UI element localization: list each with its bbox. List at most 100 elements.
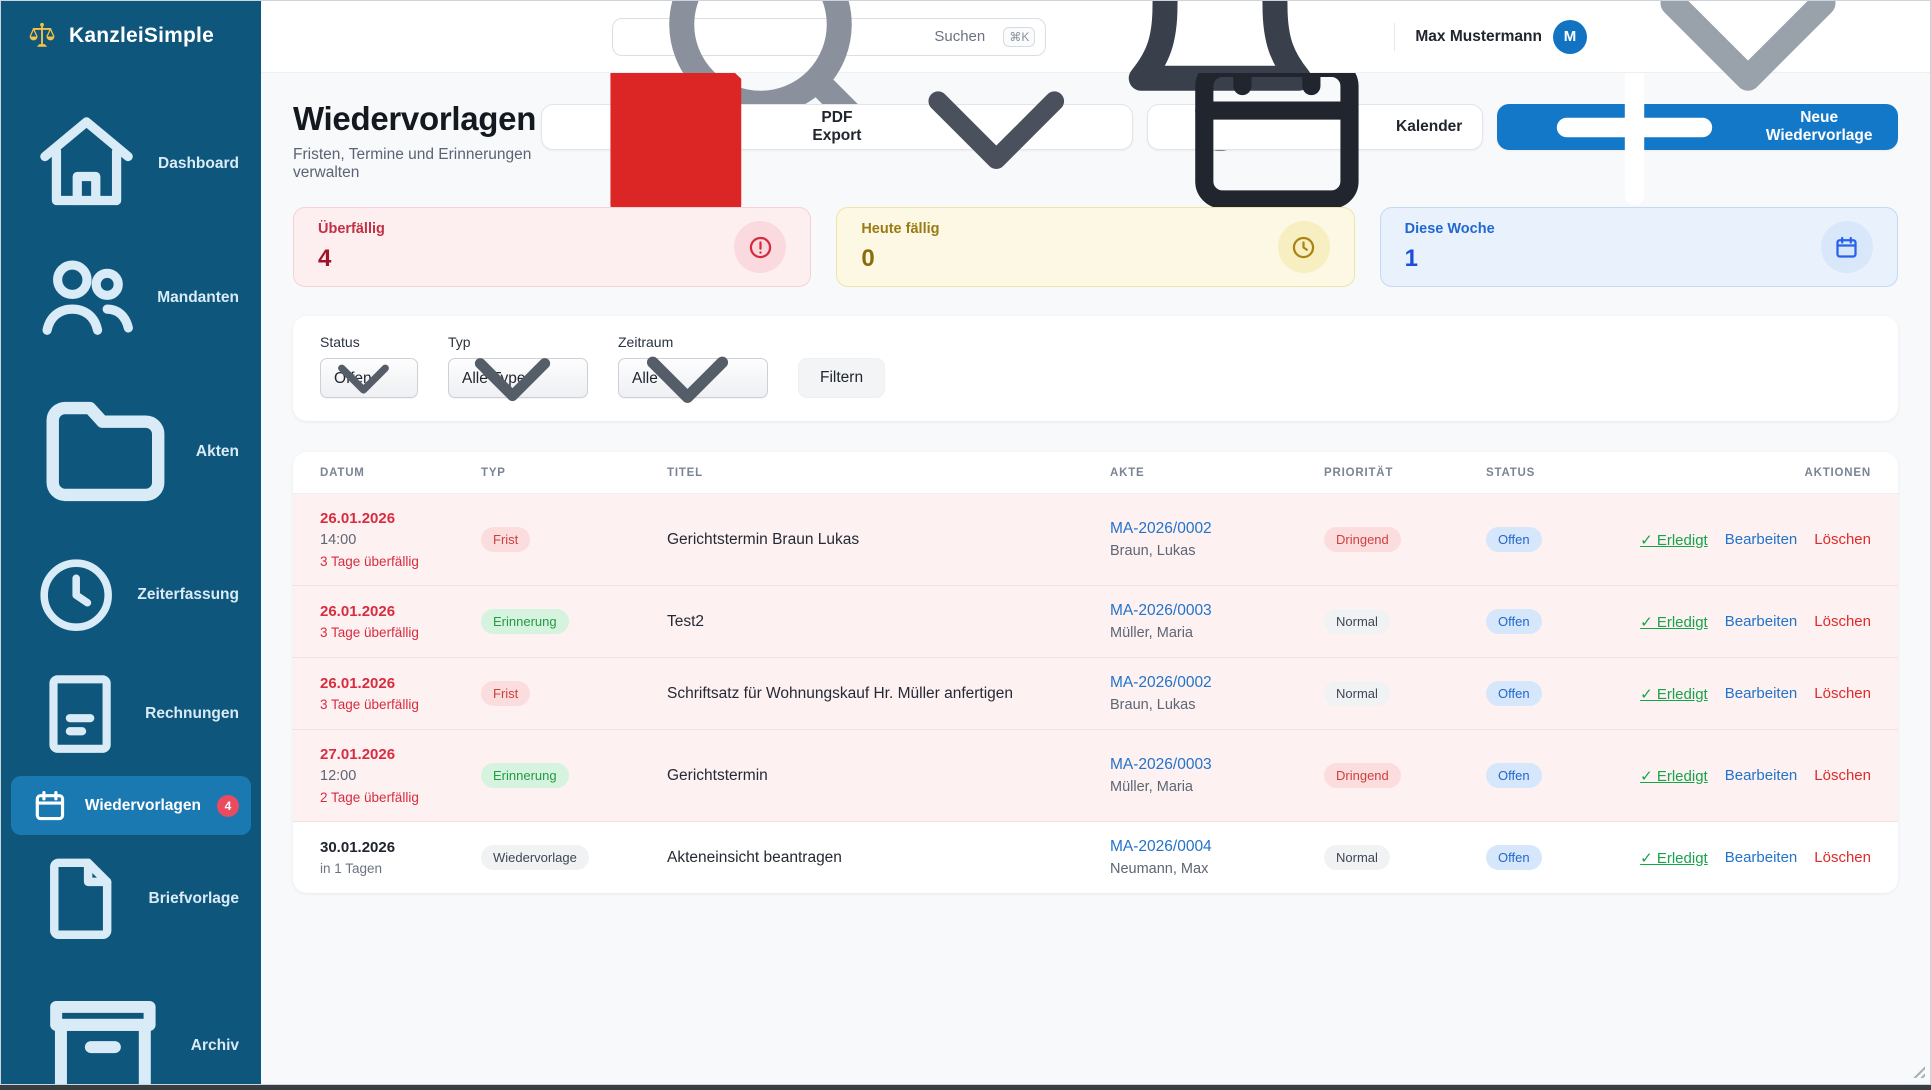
status-select[interactable]: Offen (320, 358, 418, 398)
cell-prioritaet: Normal (1314, 845, 1476, 870)
status-label: Status (320, 334, 418, 350)
cell-typ: Frist (471, 527, 657, 552)
row-title: Gerichtstermin (657, 767, 1100, 785)
cell-aktionen: ✓ Erledigt Bearbeiten Löschen (1644, 613, 1898, 631)
akte-link[interactable]: MA-2026/0004 (1110, 838, 1212, 856)
cell-datum: 26.01.2026 3 Tage überfällig (293, 675, 471, 712)
loeschen-link[interactable]: Löschen (1814, 767, 1871, 785)
akte-link[interactable]: MA-2026/0003 (1110, 756, 1212, 774)
sidebar-item-wiedervorlagen[interactable]: Wiedervorlagen 4 (11, 776, 251, 836)
sidebar-item-mandanten[interactable]: Mandanten (11, 232, 251, 364)
row-date: 26.01.2026 (320, 603, 461, 620)
page-subtitle: Fristen, Termine und Erinnerungen verwal… (293, 146, 541, 182)
sidebar-item-rechnungen[interactable]: Rechnungen (11, 654, 251, 774)
zeitraum-select[interactable]: Alle (618, 358, 768, 398)
akte-link[interactable]: MA-2026/0002 (1110, 674, 1212, 692)
app-name: KanzleiSimple (69, 24, 214, 48)
table-row: 27.01.2026 12:00 2 Tage überfällig Erinn… (293, 730, 1898, 822)
alert-circle-icon (734, 221, 786, 273)
cell-akte: MA-2026/0002 Braun, Lukas (1100, 674, 1314, 713)
pdf-export-label: PDF Export (804, 109, 869, 145)
cell-datum: 27.01.2026 12:00 2 Tage überfällig (293, 746, 471, 805)
column-header: TYP (471, 467, 657, 479)
cell-aktionen: ✓ Erledigt Bearbeiten Löschen (1644, 767, 1898, 785)
topbar-divider (1394, 23, 1395, 51)
cell-aktionen: ✓ Erledigt Bearbeiten Löschen (1644, 849, 1898, 867)
sidebar-item-zeiterfassung[interactable]: Zeiterfassung (11, 539, 251, 651)
table-header-row: DATUMTYPTITELAKTEPRIORITÄTSTATUSAKTIONEN (293, 452, 1898, 494)
erledigt-link[interactable]: ✓ Erledigt (1640, 613, 1708, 631)
loeschen-link[interactable]: Löschen (1814, 531, 1871, 549)
bearbeiten-link[interactable]: Bearbeiten (1725, 849, 1798, 867)
search-input[interactable] (932, 27, 994, 46)
cell-status: Offen (1476, 845, 1644, 870)
status-badge: Offen (1486, 609, 1542, 634)
akte-client: Neumann, Max (1110, 861, 1304, 877)
cell-prioritaet: Dringend (1314, 763, 1476, 788)
table-row: 26.01.2026 3 Tage überfällig Erinnerung … (293, 586, 1898, 658)
filter-bar: Status Offen Typ Alle Typen (293, 316, 1898, 421)
table-row: 30.01.2026 in 1 Tagen Wiedervorlage Akte… (293, 822, 1898, 893)
typ-select[interactable]: Alle Typen (448, 358, 588, 398)
kalender-button[interactable]: Kalender (1147, 104, 1483, 150)
table-row: 26.01.2026 3 Tage überfällig Frist Schri… (293, 658, 1898, 730)
cell-prioritaet: Normal (1314, 681, 1476, 706)
cell-akte: MA-2026/0003 Müller, Maria (1100, 602, 1314, 641)
cell-datum: 26.01.2026 14:00 3 Tage überfällig (293, 510, 471, 569)
status-badge: Offen (1486, 763, 1542, 788)
wiedervorlagen-table: DATUMTYPTITELAKTEPRIORITÄTSTATUSAKTIONEN… (293, 452, 1898, 893)
app-window: KanzleiSimple Dashboard Mandanten Akten … (0, 0, 1931, 1085)
row-date: 27.01.2026 (320, 746, 461, 763)
clock-icon (1278, 221, 1330, 273)
sidebar-nav-main: Dashboard Mandanten Akten Zeiterfassung … (1, 67, 261, 1084)
cell-datum: 26.01.2026 3 Tage überfällig (293, 603, 471, 640)
erledigt-link[interactable]: ✓ Erledigt (1640, 685, 1708, 703)
filter-zeitraum: Zeitraum Alle (618, 334, 768, 398)
column-header: DATUM (293, 467, 471, 479)
cell-akte: MA-2026/0004 Neumann, Max (1100, 838, 1314, 877)
stats-row: Überfällig 4 Heute fällig 0 Diese Woche … (293, 207, 1898, 287)
erledigt-link[interactable]: ✓ Erledigt (1640, 849, 1708, 867)
loeschen-link[interactable]: Löschen (1814, 613, 1871, 631)
row-title: Gerichtstermin Braun Lukas (657, 531, 1100, 549)
bearbeiten-link[interactable]: Bearbeiten (1725, 531, 1798, 549)
sidebar-item-akten[interactable]: Akten (11, 366, 251, 537)
cell-prioritaet: Normal (1314, 609, 1476, 634)
filter-typ: Typ Alle Typen (448, 334, 588, 398)
erledigt-link[interactable]: ✓ Erledigt (1640, 767, 1708, 785)
bearbeiten-link[interactable]: Bearbeiten (1725, 685, 1798, 703)
akte-link[interactable]: MA-2026/0003 (1110, 602, 1212, 620)
erledigt-link[interactable]: ✓ Erledigt (1640, 531, 1708, 549)
stat-card-blue: Diese Woche 1 (1380, 207, 1898, 287)
user-name: Max Mustermann (1415, 28, 1542, 46)
row-due-note: 3 Tage überfällig (320, 697, 461, 712)
type-badge: Frist (481, 527, 530, 552)
stat-label: Überfällig (318, 221, 385, 237)
stat-label: Diese Woche (1405, 221, 1495, 237)
priority-badge: Dringend (1324, 527, 1401, 552)
akte-link[interactable]: MA-2026/0002 (1110, 520, 1212, 538)
akte-client: Müller, Maria (1110, 625, 1304, 641)
stat-value: 4 (318, 245, 385, 273)
sidebar-item-dashboard[interactable]: Dashboard (11, 97, 251, 230)
cell-typ: Frist (471, 681, 657, 706)
cell-status: Offen (1476, 681, 1644, 706)
loeschen-link[interactable]: Löschen (1814, 849, 1871, 867)
search-box[interactable]: ⌘K (612, 18, 1046, 56)
filtern-button[interactable]: Filtern (798, 358, 885, 398)
cell-typ: Erinnerung (471, 763, 657, 788)
sidebar-item-briefvorlage[interactable]: Briefvorlage (11, 837, 251, 961)
pdf-export-button[interactable]: PDF Export (541, 104, 1134, 150)
typ-label: Typ (448, 334, 588, 350)
bearbeiten-link[interactable]: Bearbeiten (1725, 767, 1798, 785)
page-header: Wiedervorlagen Fristen, Termine und Erin… (293, 100, 1898, 182)
loeschen-link[interactable]: Löschen (1814, 685, 1871, 703)
stat-label: Heute fällig (861, 221, 939, 237)
column-header: AKTIONEN (1644, 467, 1898, 479)
column-header: TITEL (657, 467, 1100, 479)
neue-wiedervorlage-button[interactable]: Neue Wiedervorlage (1497, 104, 1898, 150)
nav-badge: 4 (217, 795, 239, 817)
sidebar-item-archiv[interactable]: Archiv (11, 963, 251, 1084)
bearbeiten-link[interactable]: Bearbeiten (1725, 613, 1798, 631)
row-time: 14:00 (320, 532, 461, 548)
